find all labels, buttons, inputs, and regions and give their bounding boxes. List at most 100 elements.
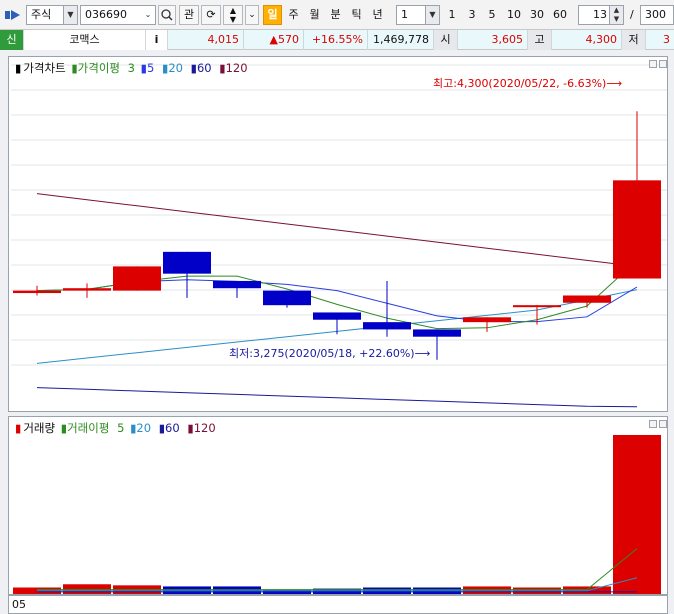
price-chart-title: 가격차트 bbox=[23, 61, 66, 75]
market-badge: 신 bbox=[0, 30, 24, 50]
high-price-text: 4,300 bbox=[585, 33, 618, 46]
volume-bar bbox=[563, 586, 611, 594]
count-stepper[interactable]: 13 ▲ ▼ bbox=[578, 5, 624, 25]
high-label: 고 bbox=[528, 30, 552, 50]
legend-vma60: ▮60 bbox=[158, 421, 180, 435]
period-button-week[interactable]: 주 bbox=[284, 5, 303, 25]
ma60-line bbox=[36, 387, 638, 408]
interval-button-3[interactable]: 3 bbox=[463, 5, 481, 25]
maximize-icon[interactable] bbox=[659, 420, 667, 428]
stock-name-text: 코맥스 bbox=[69, 33, 100, 46]
change-percent-text: +16.55% bbox=[311, 33, 363, 46]
open-label-text: 시 bbox=[440, 33, 451, 46]
current-price: 4,015 bbox=[172, 30, 244, 50]
interval-value: 1 bbox=[401, 8, 408, 21]
market-type-value: 주식 bbox=[31, 8, 52, 21]
candle-body bbox=[63, 288, 111, 291]
legend-vma20-text: 20 bbox=[136, 421, 152, 435]
date-axis-label: 05 bbox=[12, 598, 26, 611]
total-count-input[interactable]: 300 bbox=[640, 5, 674, 25]
period-button-minute[interactable]: 분 bbox=[326, 5, 345, 25]
legend-ma3: 3 bbox=[127, 61, 135, 75]
legend-ma120-text: 120 bbox=[225, 61, 248, 75]
volume-bar bbox=[613, 435, 661, 594]
maximize-icon[interactable] bbox=[659, 60, 667, 68]
candle-body bbox=[563, 295, 611, 303]
legend-marker: ▮ bbox=[15, 61, 22, 75]
legend-vma5: 5 bbox=[117, 421, 125, 435]
slash-label: / bbox=[630, 8, 634, 21]
interest-button[interactable]: 관 bbox=[179, 5, 199, 25]
price-change: ▲570 bbox=[244, 30, 304, 50]
open-price: 3,605 bbox=[458, 30, 528, 50]
refresh-icon[interactable]: ⟳ bbox=[201, 5, 221, 25]
volume-chart-panel[interactable]: ▮ 거래량 ▮거래이평 5 ▮20 ▮60 ▮120 bbox=[8, 416, 668, 595]
count-value: 13 bbox=[593, 8, 607, 21]
volume-ma-label: 거래이평 bbox=[67, 421, 110, 435]
price-chart-panel[interactable]: ▮ 가격차트 ▮가격이평 3 ▮5 ▮20 ▮60 ▮120 최고:4,300(2… bbox=[8, 56, 668, 412]
candle-body bbox=[463, 317, 511, 323]
legend-ma5: ▮5 bbox=[140, 61, 155, 75]
stock-code-value: 036690 bbox=[85, 8, 127, 21]
link-icon[interactable] bbox=[4, 8, 22, 22]
volume-text: 1,469,778 bbox=[373, 33, 429, 46]
low-label: 저 bbox=[622, 30, 646, 50]
stock-code-input[interactable]: 036690 ⌄ bbox=[80, 5, 156, 25]
info-icon: i bbox=[154, 33, 159, 46]
interval-button-5[interactable]: 5 bbox=[483, 5, 501, 25]
volume-bar bbox=[63, 584, 111, 594]
market-badge-text: 신 bbox=[6, 33, 17, 46]
candle-body bbox=[363, 322, 411, 330]
chevron-down-icon[interactable]: ⌄ bbox=[141, 6, 155, 24]
period-button-month[interactable]: 월 bbox=[305, 5, 324, 25]
quote-bar: 신 코맥스 i 4,015 ▲570 +16.55% 1,469,778 시 3… bbox=[0, 30, 674, 50]
candle-body bbox=[13, 290, 61, 294]
interval-button-30[interactable]: 30 bbox=[526, 5, 548, 25]
legend-ma20: ▮20 bbox=[161, 61, 183, 75]
volume-bar bbox=[213, 586, 261, 594]
high-label-text: 고 bbox=[534, 33, 545, 46]
high-annotation: 최고:4,300(2020/05/22, -6.63%)⟶ bbox=[433, 77, 623, 90]
legend-marker: ▮ bbox=[15, 421, 22, 435]
interval-button-10[interactable]: 10 bbox=[503, 5, 525, 25]
minimize-icon[interactable] bbox=[649, 420, 657, 428]
candle-body bbox=[163, 251, 211, 274]
legend-vma60-text: 60 bbox=[165, 421, 180, 435]
info-button[interactable]: i bbox=[146, 30, 168, 50]
low-label-text: 저 bbox=[628, 33, 639, 46]
low-annotation: 최저:3,275(2020/05/18, +22.60%)⟶ bbox=[229, 347, 431, 360]
chevron-down-icon[interactable]: ⌄ bbox=[245, 5, 259, 25]
volume-chart-svg bbox=[13, 435, 661, 594]
volume-bar bbox=[163, 586, 211, 594]
volume-legend: ▮ 거래량 ▮거래이평 5 ▮20 ▮60 ▮120 bbox=[15, 420, 220, 436]
volume-value: 1,469,778 bbox=[368, 30, 434, 50]
candle-body bbox=[213, 280, 261, 289]
minimize-icon[interactable] bbox=[649, 60, 657, 68]
spin-icon[interactable]: ▲ ▼ bbox=[609, 6, 623, 24]
period-button-year[interactable]: 년 bbox=[368, 5, 387, 25]
volume-bar bbox=[463, 586, 511, 594]
price-legend: ▮ 가격차트 ▮가격이평 3 ▮5 ▮20 ▮60 ▮120 bbox=[15, 60, 252, 76]
legend-vma20: ▮20 bbox=[130, 421, 152, 435]
date-axis: 05 bbox=[8, 595, 668, 614]
updown-spin-icon[interactable]: ▲ ▼ bbox=[223, 5, 243, 25]
candle-body bbox=[113, 266, 161, 291]
interval-select[interactable]: 1 ▼ bbox=[396, 5, 440, 25]
market-type-select[interactable]: 주식 ▼ bbox=[26, 5, 78, 25]
price-change-text: ▲570 bbox=[269, 33, 299, 46]
interval-button-1[interactable]: 1 bbox=[443, 5, 461, 25]
stock-name: 코맥스 bbox=[24, 30, 146, 50]
volume-chart-title: 거래량 bbox=[23, 421, 56, 435]
chevron-down-icon[interactable]: ▼ bbox=[63, 6, 77, 24]
legend-ma20-text: 20 bbox=[168, 61, 183, 75]
period-button-day[interactable]: 일 bbox=[263, 5, 282, 25]
search-button[interactable] bbox=[158, 5, 176, 25]
candle-body bbox=[263, 290, 311, 306]
interval-button-60[interactable]: 60 bbox=[549, 5, 571, 25]
chevron-down-icon[interactable]: ▼ bbox=[425, 6, 439, 24]
period-button-tick[interactable]: 틱 bbox=[347, 5, 366, 25]
price-ma-label: 가격이평 bbox=[77, 61, 120, 75]
legend-vma120-text: 120 bbox=[193, 421, 216, 435]
legend-vma-label: ▮거래이평 bbox=[60, 421, 110, 435]
candle-body bbox=[313, 312, 361, 320]
